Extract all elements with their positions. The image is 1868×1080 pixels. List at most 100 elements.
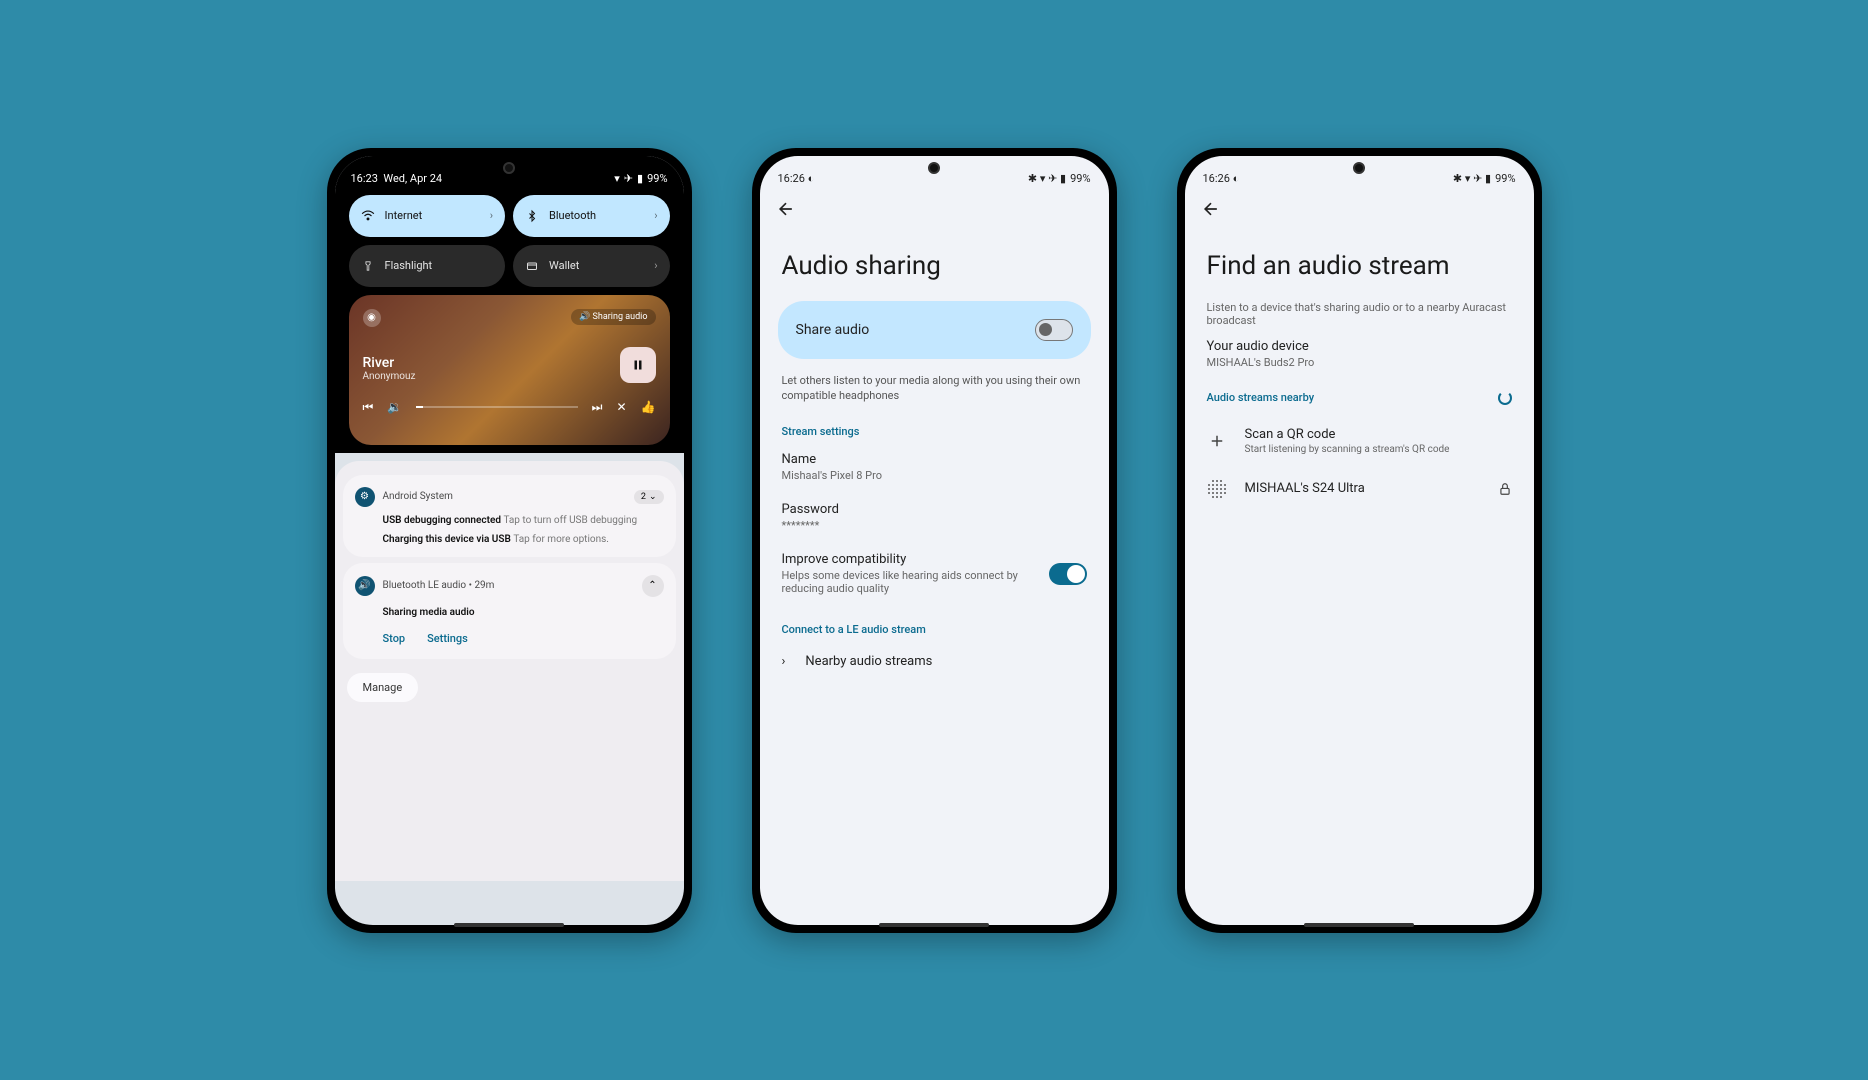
row-desc: Start listening by scanning a stream's Q… xyxy=(1245,444,1450,455)
page-title: Find an audio stream xyxy=(1185,227,1534,301)
next-track-icon[interactable]: ⏭ xyxy=(592,400,603,415)
toggle-label: Share audio xyxy=(796,322,870,338)
status-time: 16:26 xyxy=(778,172,805,185)
dnd-icon: ◐ xyxy=(1233,172,1240,185)
bluetooth-icon xyxy=(525,209,539,223)
back-button[interactable] xyxy=(1185,191,1534,227)
setting-password[interactable]: Password ******** xyxy=(760,492,1109,542)
chevron-up-icon: ⌃ xyxy=(648,580,656,591)
battery-pct: 99% xyxy=(1495,172,1515,185)
media-progress[interactable] xyxy=(416,406,577,408)
status-date: Wed, Apr 24 xyxy=(383,172,442,185)
lock-icon xyxy=(1498,481,1512,497)
notification-source: Android System xyxy=(383,491,626,502)
camera-cutout xyxy=(1353,162,1365,174)
setting-title: Improve compatibility xyxy=(782,552,1037,567)
notification-count[interactable]: 2⌄ xyxy=(634,490,664,504)
notification-source: Bluetooth LE audio • 29m xyxy=(383,580,634,591)
device-value: MISHAAL's Buds2 Pro xyxy=(1185,356,1534,381)
notification-card[interactable]: ⚙ Android System 2⌄ USB debugging connec… xyxy=(343,475,676,557)
section-stream-settings: Stream settings xyxy=(760,421,1109,442)
row-title: Scan a QR code xyxy=(1245,427,1450,442)
notification-shade: ⚙ Android System 2⌄ USB debugging connec… xyxy=(335,461,684,881)
status-icons: ▾ ✈ ▮ 99% xyxy=(614,172,667,185)
streams-label: Audio streams nearby xyxy=(1207,391,1315,404)
qs-tile-label: Internet xyxy=(385,209,423,222)
notif-hint: Tap to turn off USB debugging xyxy=(503,515,637,526)
camera-cutout xyxy=(928,162,940,174)
nearby-streams-row[interactable]: › Nearby audio streams xyxy=(760,640,1109,683)
qs-tile-label: Wallet xyxy=(549,259,579,272)
switch-on-icon[interactable] xyxy=(1049,563,1087,585)
chevron-right-icon: › xyxy=(782,654,786,669)
section-connect: Connect to a LE audio stream xyxy=(760,619,1109,640)
nav-handle[interactable] xyxy=(1304,923,1414,927)
phone-quick-settings: 16:23 Wed, Apr 24 ▾ ✈ ▮ 99% Internet › B… xyxy=(327,148,692,933)
setting-name[interactable]: Name Mishaal's Pixel 8 Pro xyxy=(760,442,1109,492)
device-label: Your audio device xyxy=(1185,339,1534,356)
notification-card[interactable]: 🔊 Bluetooth LE audio • 29m ⌃ Sharing med… xyxy=(343,563,676,659)
media-app-icon: ◉ xyxy=(363,309,381,327)
media-player-card[interactable]: ◉ 🔊 Sharing audio River Anonymouz ⏮ 🔉 ⏭ … xyxy=(349,295,670,445)
status-icons: ✱ ▾ ✈ ▮99% xyxy=(1453,172,1516,185)
notif-hint: Tap for more options. xyxy=(513,534,609,545)
share-desc: Let others listen to your media along wi… xyxy=(760,373,1109,422)
chevron-right-icon: › xyxy=(654,259,657,272)
nav-handle[interactable] xyxy=(879,923,989,927)
phone-find-stream: 16:26 ◐ ✱ ▾ ✈ ▮99% Find an audio stream … xyxy=(1177,148,1542,933)
notif-title: Sharing media audio xyxy=(383,607,475,618)
media-artist: Anonymouz xyxy=(363,371,656,382)
android-system-icon: ⚙ xyxy=(355,487,375,507)
like-icon[interactable]: 👍 xyxy=(641,400,656,414)
back-button[interactable] xyxy=(760,191,1109,227)
notif-action-settings[interactable]: Settings xyxy=(427,632,468,645)
volume-icon[interactable]: 🔉 xyxy=(387,400,402,414)
battery-icon: ▮ xyxy=(637,172,643,185)
wifi-icon: ▾ xyxy=(614,172,620,185)
page-title: Audio sharing xyxy=(760,227,1109,301)
qs-tile-bluetooth[interactable]: Bluetooth › xyxy=(513,195,670,237)
setting-title: Name xyxy=(782,452,1087,467)
prev-track-icon[interactable]: ⏮ xyxy=(363,400,374,415)
battery-pct: 99% xyxy=(647,172,667,185)
notif-title: USB debugging connected xyxy=(383,515,501,526)
status-time: 16:23 xyxy=(351,172,378,185)
scan-qr-row[interactable]: Scan a QR code Start listening by scanni… xyxy=(1185,415,1534,467)
airplane-icon: ✈ xyxy=(624,172,633,185)
status-time: 16:26 xyxy=(1203,172,1230,185)
qs-tile-label: Bluetooth xyxy=(549,209,596,222)
setting-value: ******** xyxy=(782,519,1087,532)
manage-button[interactable]: Manage xyxy=(347,673,419,702)
loading-spinner-icon xyxy=(1498,391,1512,405)
broadcast-icon xyxy=(1207,479,1227,499)
wifi-icon xyxy=(361,209,375,223)
notif-action-stop[interactable]: Stop xyxy=(383,632,406,645)
collapse-button[interactable]: ⌃ xyxy=(642,575,664,597)
streams-nearby-header: Audio streams nearby xyxy=(1185,381,1534,415)
camera-cutout xyxy=(503,162,515,174)
share-audio-toggle[interactable]: Share audio xyxy=(778,301,1091,359)
shuffle-icon[interactable]: ✕ xyxy=(616,400,626,414)
pause-button[interactable] xyxy=(620,347,656,383)
setting-desc: Helps some devices like hearing aids con… xyxy=(782,569,1037,595)
chevron-down-icon: ⌄ xyxy=(649,492,657,502)
chevron-right-icon: › xyxy=(654,209,657,222)
setting-compatibility[interactable]: Improve compatibility Helps some devices… xyxy=(760,542,1109,605)
bluetooth-le-icon: 🔊 xyxy=(355,576,375,596)
dnd-icon: ◐ xyxy=(808,172,815,185)
phone-audio-sharing: 16:26 ◐ ✱ ▾ ✈ ▮99% Audio sharing Share a… xyxy=(752,148,1117,933)
chevron-right-icon: › xyxy=(490,209,493,222)
qs-tile-internet[interactable]: Internet › xyxy=(349,195,506,237)
page-desc: Listen to a device that's sharing audio … xyxy=(1185,301,1534,339)
plus-icon xyxy=(1207,432,1227,450)
setting-value: Mishaal's Pixel 8 Pro xyxy=(782,469,1087,482)
stream-name: MISHAAL's S24 Ultra xyxy=(1245,481,1365,496)
qs-tile-flashlight[interactable]: Flashlight xyxy=(349,245,506,287)
switch-off-icon[interactable] xyxy=(1035,319,1073,341)
wallet-icon xyxy=(525,259,539,273)
audio-stream-row[interactable]: MISHAAL's S24 Ultra xyxy=(1185,467,1534,511)
qs-tile-wallet[interactable]: Wallet › xyxy=(513,245,670,287)
battery-pct: 99% xyxy=(1070,172,1090,185)
nav-handle[interactable] xyxy=(454,923,564,927)
flashlight-icon xyxy=(361,259,375,273)
